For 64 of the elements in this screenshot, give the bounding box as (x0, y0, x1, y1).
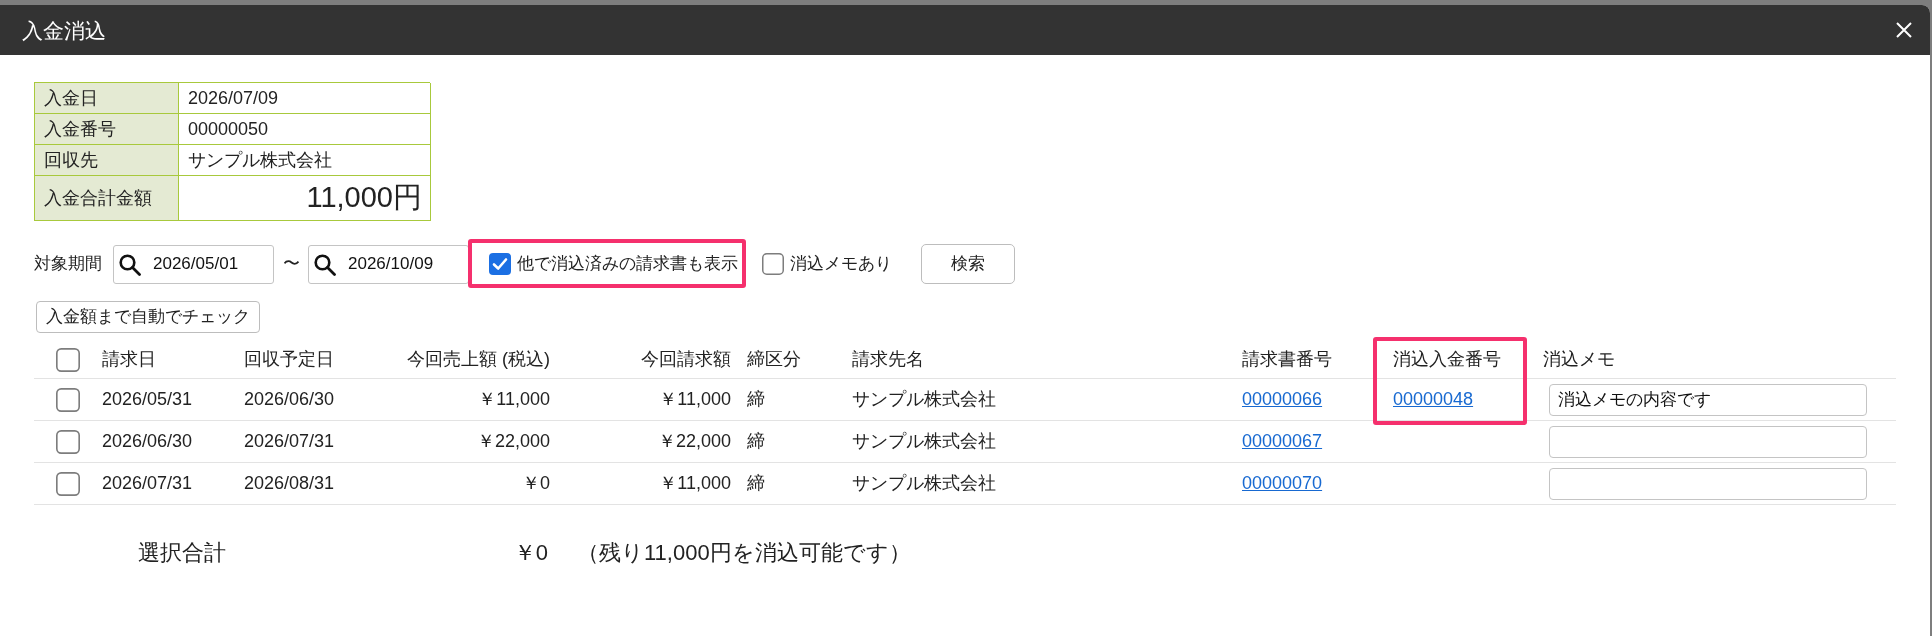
close-button[interactable] (1894, 20, 1914, 40)
number-link[interactable]: 00000067 (1242, 428, 1323, 455)
table-cell-text: 2026/08/31 (244, 472, 335, 495)
table-cell-text: 2026/06/30 (244, 388, 335, 411)
table-cell-text: ￥0 (522, 472, 550, 495)
range-separator: 〜 (282, 253, 300, 276)
table-cell-text: 2026/06/30 (102, 430, 193, 453)
column-header: 請求書番号 (1242, 348, 1332, 371)
column-header: 消込入金番号 (1393, 348, 1501, 371)
field-value: サンプル株式会社 (179, 145, 431, 176)
auto-check-button[interactable]: 入金額まで自動でチェック (36, 301, 260, 333)
table-cell-text: サンプル株式会社 (852, 430, 996, 453)
field-value: 2026/07/09 (179, 83, 431, 114)
number-link[interactable]: 00000070 (1242, 470, 1323, 497)
column-header: 今回売上額 (税込) (407, 348, 550, 371)
table-cell-text: ￥22,000 (476, 430, 550, 453)
table-cell-text: 締 (747, 430, 765, 453)
search-icon (119, 253, 141, 276)
column-header: 回収予定日 (244, 348, 334, 371)
checkbox-label[interactable]: 他で消込済みの請求書も表示 (517, 251, 738, 277)
period-label: 対象期間 (34, 253, 103, 276)
field-value: 00000050 (179, 114, 431, 145)
table-cell-text: ￥22,000 (657, 430, 731, 453)
field-label: 入金番号 (35, 114, 179, 145)
table-cell-text: 2026/05/31 (102, 388, 193, 411)
checkbox[interactable] (56, 387, 80, 412)
column-header: 締区分 (747, 348, 801, 371)
checkbox[interactable] (56, 347, 80, 372)
summary-label: 選択合計 (138, 538, 226, 567)
checkbox[interactable] (56, 429, 80, 454)
summary-amount: ￥0 (513, 538, 548, 567)
number-link[interactable]: 00000048 (1393, 386, 1474, 413)
table-cell-text: 2026/07/31 (102, 472, 193, 495)
memo-field[interactable] (1549, 425, 1867, 458)
table-cell-text: ￥11,000 (478, 388, 550, 411)
table-cell-text: サンプル株式会社 (852, 472, 996, 495)
field-label: 入金日 (35, 83, 179, 114)
checkbox[interactable] (762, 253, 784, 275)
number-link[interactable]: 00000066 (1242, 386, 1323, 413)
table-cell-text: 締 (747, 388, 765, 411)
memo-field[interactable] (1549, 467, 1867, 500)
table-cell-text: ￥11,000 (659, 472, 731, 495)
date-field[interactable]: 2026/05/01 (113, 244, 274, 284)
checkbox[interactable] (489, 253, 511, 275)
checkbox-label[interactable]: 消込メモあり (790, 251, 892, 277)
memo-field[interactable]: 消込メモの内容です (1549, 383, 1867, 416)
total-amount: 11,000円 (179, 176, 431, 221)
column-header: 請求日 (102, 348, 156, 371)
field-label: 回収先 (35, 145, 179, 176)
column-header: 今回請求額 (641, 348, 731, 371)
checkbox[interactable] (56, 471, 80, 496)
table-cell-text: 締 (747, 472, 765, 495)
search-icon (314, 253, 336, 276)
close-icon (1896, 22, 1912, 38)
field-label: 入金合計金額 (35, 176, 179, 221)
search-button[interactable]: 検索 (921, 244, 1015, 284)
column-header: 請求先名 (852, 348, 924, 371)
column-header: 消込メモ (1543, 348, 1615, 371)
date-field[interactable]: 2026/10/09 (308, 244, 469, 284)
table-cell-text: 2026/07/31 (244, 430, 335, 453)
table-cell-text: サンプル株式会社 (852, 388, 996, 411)
table-cell-text: ￥11,000 (659, 388, 731, 411)
remaining-note: （残り11,000円を消込可能です） (577, 538, 911, 567)
dialog-title: 入金消込 (22, 19, 106, 41)
